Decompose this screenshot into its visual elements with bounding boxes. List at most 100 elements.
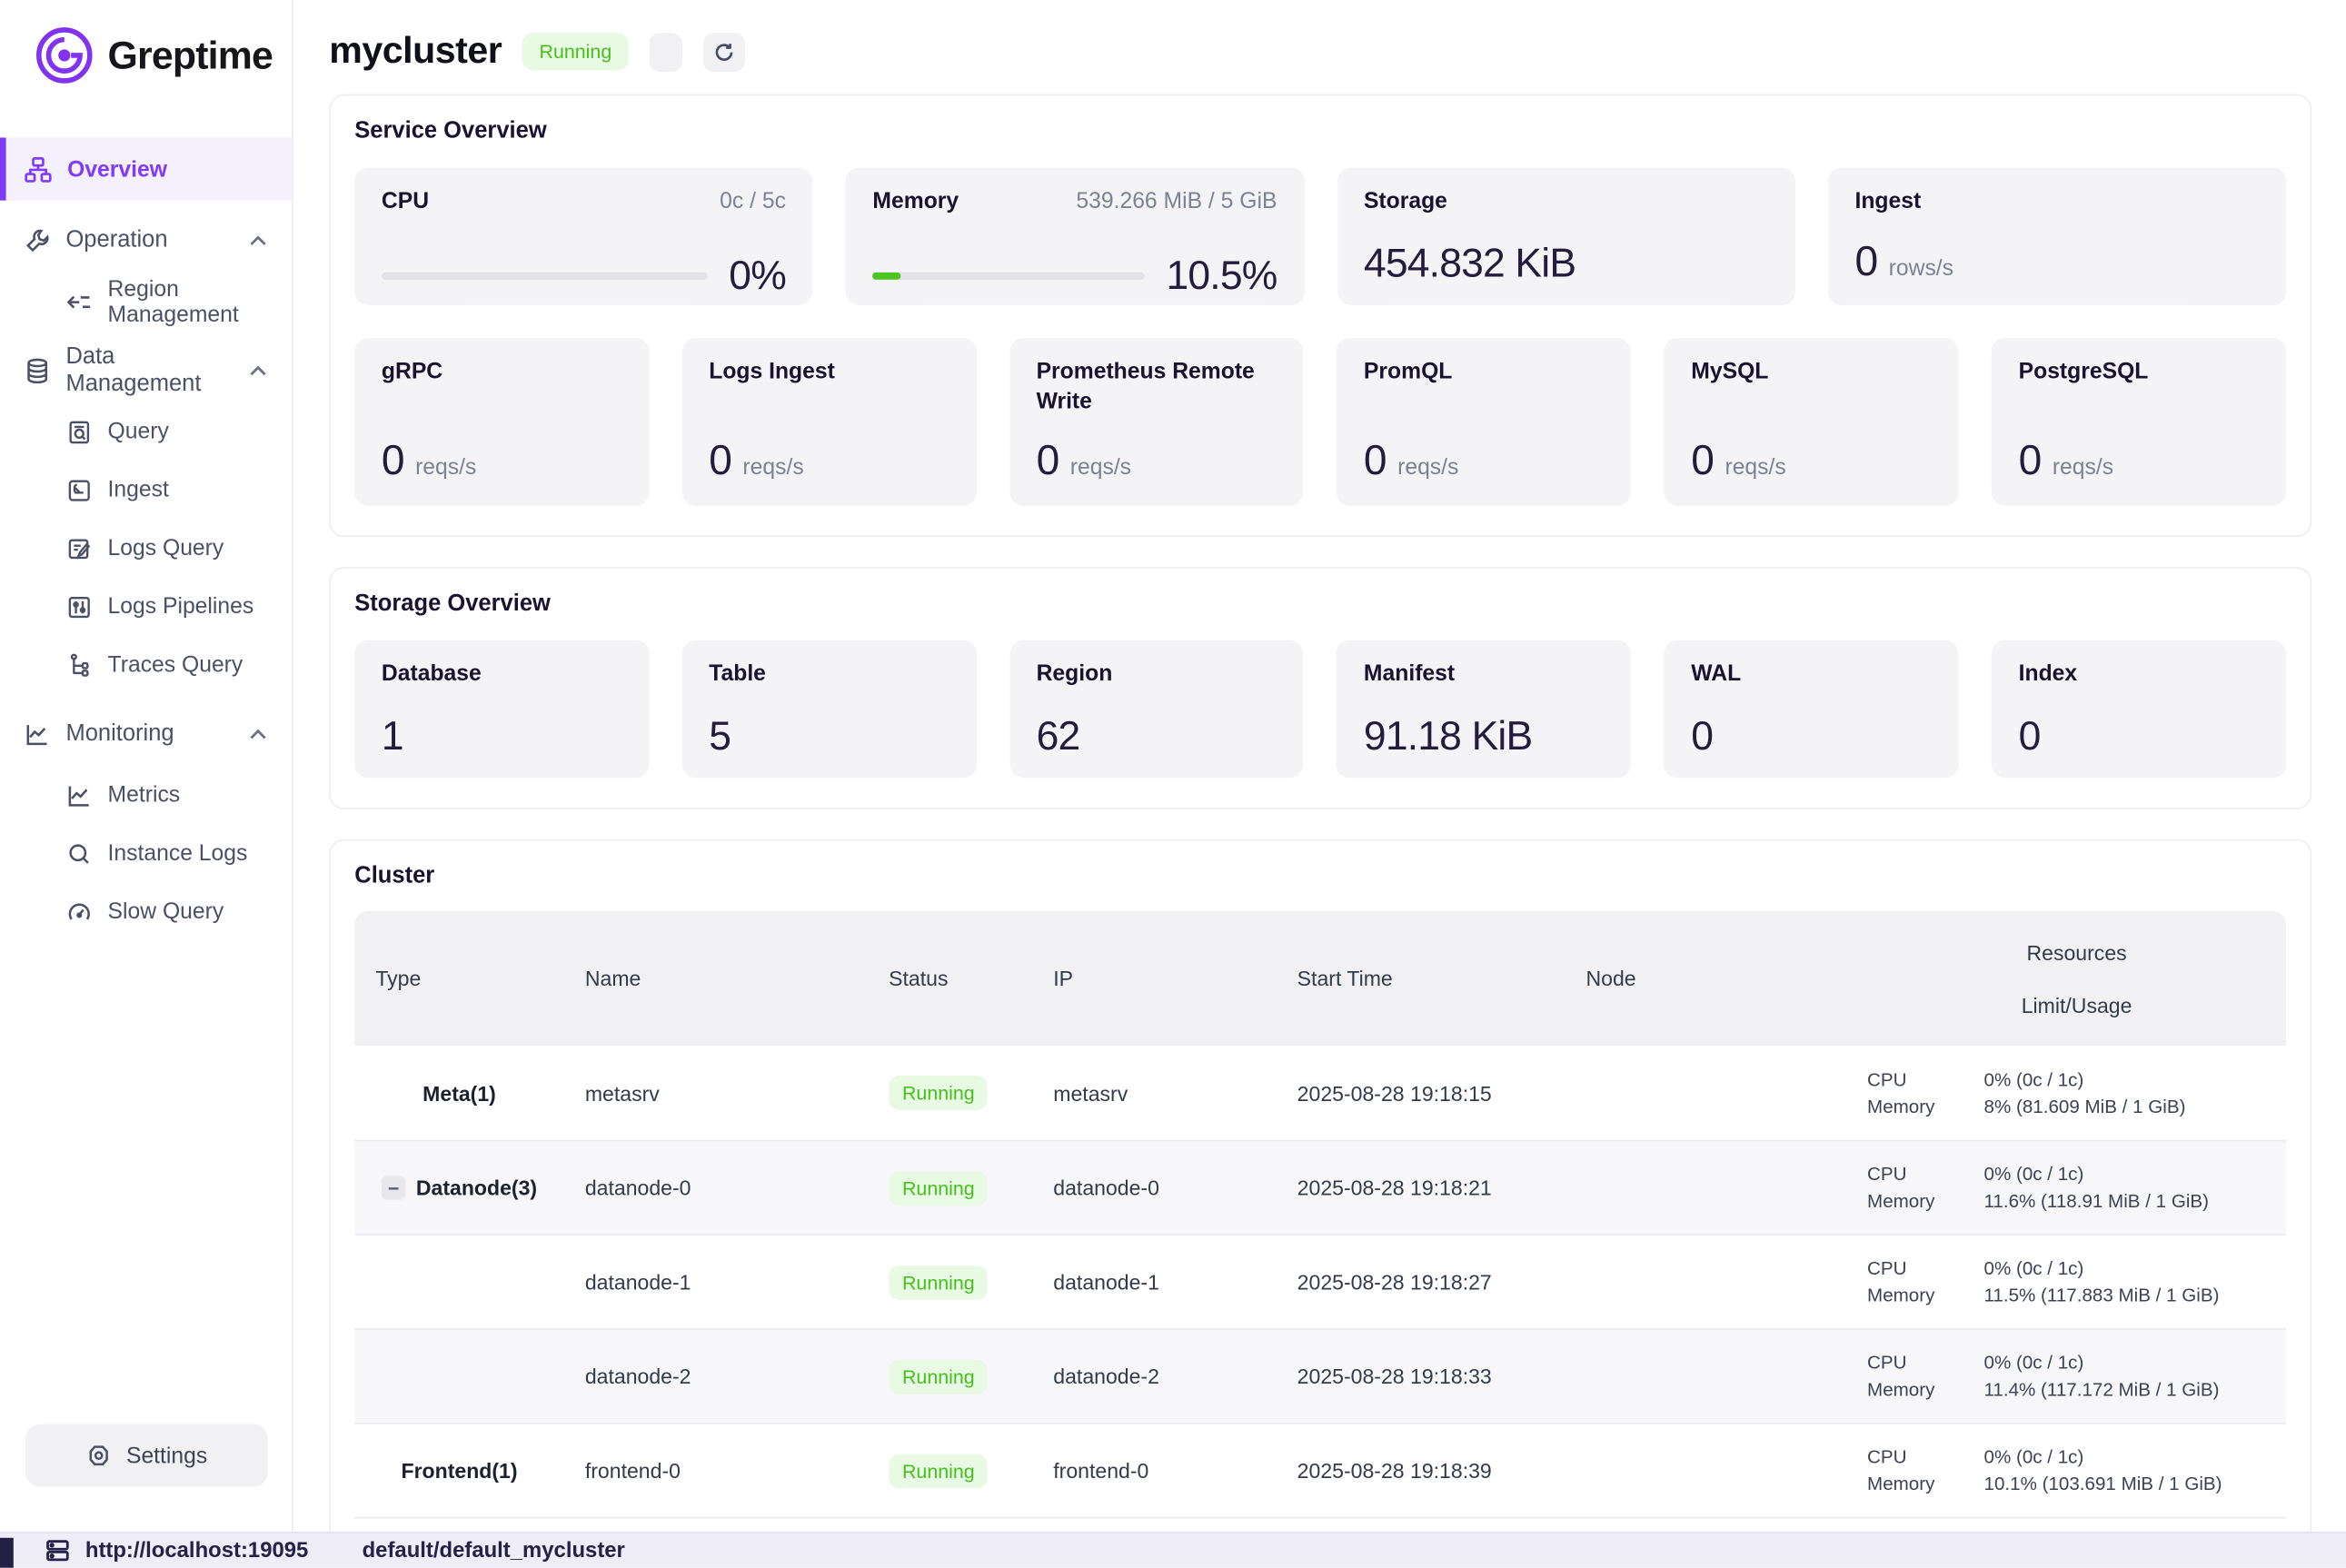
card-label: PromQL xyxy=(1364,358,1605,388)
status-badge: Running xyxy=(889,1454,988,1488)
memory-usage: 11.4% (117.172 MiB / 1 GiB) xyxy=(1984,1379,2287,1400)
card-label: Manifest xyxy=(1364,660,1605,690)
cluster-section: Cluster Type Name Status IP Start Time N… xyxy=(329,839,2311,1532)
sidebar-item-overview[interactable]: Overview xyxy=(0,137,292,200)
mysql-card: MySQL 0reqs/s xyxy=(1665,338,1959,505)
memory-label: Memory xyxy=(1867,1474,1983,1494)
copy-button[interactable] xyxy=(649,32,681,71)
section-title: Storage Overview xyxy=(354,590,2286,618)
sidebar-nav: Overview Operation R xyxy=(0,102,292,941)
sidebar-group-monitoring[interactable]: Monitoring xyxy=(0,703,292,766)
grpc-card: gRPC 0reqs/s xyxy=(354,338,649,505)
main-content: mycluster Running Service Overview CPU 0… xyxy=(293,0,2346,1532)
rate-value: 0 xyxy=(382,437,405,485)
status-bar: http://localhost:19095 default/default_m… xyxy=(0,1532,2346,1568)
logs-query-icon xyxy=(65,535,93,562)
row-type: Meta(1) xyxy=(354,1081,564,1105)
memory-usage: 10.1% (103.691 MiB / 1 GiB) xyxy=(1984,1474,2287,1494)
card-label: Table xyxy=(709,660,949,690)
card-label: Database xyxy=(382,660,622,690)
card-value: 5 xyxy=(709,714,949,760)
col-node: Node xyxy=(1565,967,1846,990)
memory-card: Memory 539.266 MiB / 5 GiB 10.5% xyxy=(846,167,1304,304)
sidebar-item-ingest[interactable]: Ingest xyxy=(0,461,292,519)
storage-card-row: Database 1 Table 5 Region 62 Manifest 91… xyxy=(354,640,2286,778)
sidebar-item-logs-pipelines[interactable]: Logs Pipelines xyxy=(0,578,292,636)
collapse-toggle-icon[interactable]: − xyxy=(382,1176,405,1199)
sliders-icon xyxy=(65,593,93,620)
rate-unit: reqs/s xyxy=(1397,455,1458,481)
table-header-row: Type Name Status IP Start Time Node Reso… xyxy=(354,911,2286,1046)
row-name: datanode-2 xyxy=(564,1365,868,1388)
service-stat-row: CPU 0c / 5c 0% Memory 539.266 MiB / 5 Gi… xyxy=(354,167,2286,304)
sidebar: Greptime Overview O xyxy=(0,0,293,1532)
cpu-label: CPU xyxy=(1867,1164,1983,1185)
status-badge: Running xyxy=(889,1076,988,1110)
row-start-time: 2025-08-28 19:18:39 xyxy=(1277,1459,1566,1483)
card-label: PostgreSQL xyxy=(2019,358,2260,388)
greptime-logo-icon xyxy=(33,24,95,86)
sidebar-item-label: Overview xyxy=(67,156,167,182)
database-card: Database 1 xyxy=(354,640,649,778)
gauge-icon xyxy=(65,898,93,926)
sidebar-item-label: Instance Logs xyxy=(108,840,248,866)
row-ip: frontend-0 xyxy=(1032,1459,1276,1483)
col-start-time: Start Time xyxy=(1277,967,1566,990)
sidebar-item-label: Ingest xyxy=(108,477,169,502)
sidebar-item-metrics[interactable]: Metrics xyxy=(0,766,292,824)
cpu-usage: 0% (0c / 1c) xyxy=(1984,1164,2287,1185)
status-badge: Running xyxy=(889,1171,988,1206)
card-label: MySQL xyxy=(1691,358,1932,388)
wal-card: WAL 0 xyxy=(1665,640,1959,778)
cpu-card: CPU 0c / 5c 0% xyxy=(354,167,812,304)
table-row-datanode-0: − Datanode(3) datanode-0 Running datanod… xyxy=(354,1140,2286,1235)
app-window: Greptime Overview O xyxy=(0,0,2346,1568)
sidebar-item-logs-query[interactable]: Logs Query xyxy=(0,519,292,577)
sidebar-item-region-management[interactable]: Region Management xyxy=(0,273,292,331)
card-value: 0 xyxy=(2019,714,2260,760)
cpu-usage: 0% (0c / 1c) xyxy=(1984,1069,2287,1090)
rate-unit: reqs/s xyxy=(1725,455,1785,481)
card-label: Storage xyxy=(1364,187,1768,217)
memory-label: Memory xyxy=(1867,1285,1983,1306)
cpu-usage: 0% (0c / 1c) xyxy=(1984,1258,2287,1279)
cluster-table: Type Name Status IP Start Time Node Reso… xyxy=(354,911,2286,1532)
card-label: Index xyxy=(2019,660,2260,690)
row-resources: CPU 0% (0c / 1c) Memory 11.4% (117.172 M… xyxy=(1846,1353,2286,1401)
status-badge: Running xyxy=(889,1265,988,1299)
table-row-datanode-1: datanode-1 Running datanode-1 2025-08-28… xyxy=(354,1235,2286,1329)
rate-value: 0 xyxy=(2019,437,2043,485)
sidebar-item-instance-logs[interactable]: Instance Logs xyxy=(0,824,292,882)
row-start-time: 2025-08-28 19:18:27 xyxy=(1277,1270,1566,1294)
row-name: datanode-0 xyxy=(564,1176,868,1199)
sidebar-item-query[interactable]: Query xyxy=(0,402,292,461)
sidebar-item-label: Logs Query xyxy=(108,536,224,561)
settings-button[interactable]: Settings xyxy=(25,1424,268,1487)
rate-value: 0 xyxy=(1037,437,1060,485)
server-icon xyxy=(45,1538,70,1563)
row-resources: CPU 0% (0c / 1c) Memory 8% (81.609 MiB /… xyxy=(1846,1069,2286,1117)
col-type: Type xyxy=(354,967,564,990)
sidebar-item-label: Region Management xyxy=(108,276,293,327)
refresh-button[interactable] xyxy=(703,32,745,71)
sidebar-group-data-management[interactable]: Data Management xyxy=(0,340,292,402)
sidebar-item-slow-query[interactable]: Slow Query xyxy=(0,883,292,941)
traces-tree-icon xyxy=(65,651,93,679)
card-value: 0 xyxy=(1691,714,1932,760)
table-body: Meta(1) metasrv Running metasrv 2025-08-… xyxy=(354,1046,2286,1517)
sidebar-item-traces-query[interactable]: Traces Query xyxy=(0,636,292,694)
row-start-time: 2025-08-28 19:18:33 xyxy=(1277,1365,1566,1388)
card-value: 1 xyxy=(382,714,622,760)
sidebar-item-label: Metrics xyxy=(108,782,181,808)
prometheus-remote-write-card: Prometheus Remote Write 0reqs/s xyxy=(1009,338,1304,505)
col-ip: IP xyxy=(1032,967,1276,990)
row-type: Frontend(1) xyxy=(354,1459,564,1483)
cluster-diagram-icon xyxy=(24,154,52,183)
service-rate-row: gRPC 0reqs/s Logs Ingest 0reqs/s Prometh… xyxy=(354,338,2286,505)
col-status: Status xyxy=(868,967,1032,990)
panel-corner-chip xyxy=(0,1538,14,1568)
row-resources: CPU 0% (0c / 1c) Memory 11.5% (117.883 M… xyxy=(1846,1258,2286,1306)
sidebar-group-operation[interactable]: Operation xyxy=(0,210,292,273)
table-row-datanode-2: datanode-2 Running datanode-2 2025-08-28… xyxy=(354,1328,2286,1423)
row-resources: CPU 0% (0c / 1c) Memory 11.6% (118.91 Mi… xyxy=(1846,1164,2286,1212)
